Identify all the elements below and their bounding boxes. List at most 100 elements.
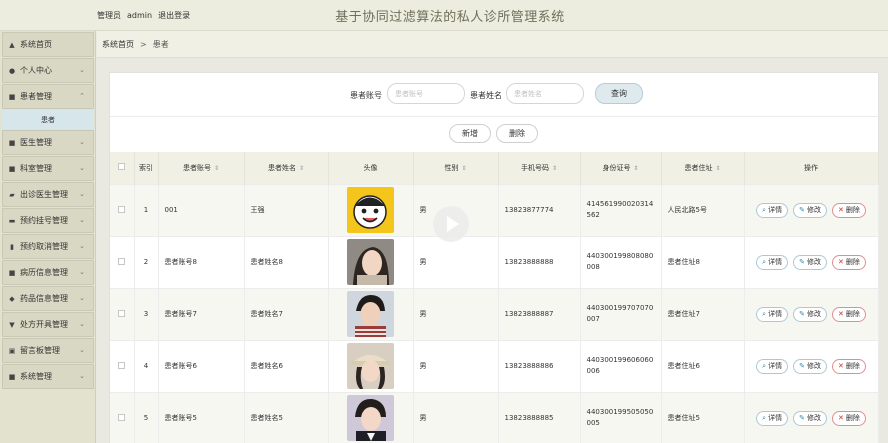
row-select-cell — [110, 391, 135, 443]
row-checkbox[interactable] — [118, 309, 126, 317]
sidebar-item[interactable]: ■ 病历信息管理 ⌄ — [2, 260, 94, 285]
sidebar-item[interactable]: ▣ 留言板管理 ⌄ — [2, 338, 94, 363]
header-gender[interactable]: 性别 ⇕ — [413, 152, 499, 184]
header-select-all[interactable] — [110, 152, 135, 184]
search-icon: ⌕ — [762, 361, 767, 370]
table-row: 2 患者账号8 患者姓名8 男 13823888888 44030019980808000… — [110, 235, 879, 288]
top-bar: 管理员 admin 退出登录 基于协同过滤算法的私人诊所管理系统 — [0, 0, 888, 31]
logout-link[interactable]: 退出登录 — [158, 11, 190, 20]
close-icon: ✕ — [837, 206, 844, 214]
search-icon: ⌕ — [762, 413, 767, 422]
sidebar-item-label: 科室管理 — [20, 164, 52, 173]
row-checkbox[interactable] — [118, 361, 126, 369]
chevron-icon: ⌄ — [79, 164, 85, 172]
account-search-input[interactable] — [387, 83, 465, 104]
sidebar-item[interactable]: ■ 科室管理 ⌄ — [2, 156, 94, 181]
cell-gender: 男 — [413, 287, 499, 340]
avatar — [335, 239, 407, 285]
sidebar-item-label: 系统首页 — [20, 40, 52, 49]
detail-button[interactable]: ⌕ 详情 — [756, 254, 789, 270]
sidebar-item-label: 预约取消管理 — [20, 242, 68, 251]
sidebar-subitem-patient[interactable]: 患者 — [2, 110, 94, 129]
header-idcard[interactable]: 身份证号 ⇕ — [580, 152, 662, 184]
cell-index: 4 — [134, 339, 159, 392]
patient-table: 索引 患者账号 ⇕ 患者姓名 ⇕ 头像 性别 ⇕ 手机号码 ⇕ 身份证号 ⇕ 患者住址 ⇕ … — [110, 152, 879, 443]
delete-label: 删除 — [845, 206, 860, 214]
action-bar: 新增 删除 — [110, 118, 878, 152]
add-button[interactable]: 新增 — [449, 124, 491, 143]
edit-button[interactable]: ✎ 修改 — [793, 254, 827, 270]
edit-button[interactable]: ✎ 修改 — [793, 306, 827, 322]
query-button[interactable]: 查询 — [595, 83, 643, 104]
cell-address: 患者住址5 — [661, 391, 745, 443]
sidebar-item[interactable]: ▮ 预约取消管理 ⌄ — [2, 234, 94, 259]
breadcrumb: 系统首页 > 患者 — [97, 31, 888, 58]
sort-icon: ⇕ — [633, 164, 639, 172]
header-name[interactable]: 患者姓名 ⇕ — [244, 152, 329, 184]
breadcrumb-home[interactable]: 系统首页 — [102, 39, 134, 50]
sidebar-item[interactable]: ■ 患者管理 ⌃ — [2, 84, 94, 109]
cell-avatar — [328, 183, 414, 236]
cell-operations: ⌕ 详情 ✎ 修改 ✕ 删除 — [744, 339, 879, 392]
row-delete-button[interactable]: ✕ 删除 — [831, 306, 866, 322]
name-search-input[interactable] — [506, 83, 584, 104]
sidebar-item[interactable]: ▰ 出诊医生管理 ⌄ — [2, 182, 94, 207]
avatar — [335, 291, 407, 337]
sidebar-item-label: 患者管理 — [20, 92, 52, 101]
cell-idcard: 440300199707070007 — [580, 287, 662, 340]
cell-idcard: 440300199808080008 — [580, 235, 662, 288]
cell-address: 患者住址6 — [661, 339, 745, 392]
row-delete-button[interactable]: ✕ 删除 — [831, 254, 866, 270]
video-play-icon[interactable] — [433, 206, 469, 242]
grid-icon: ■ — [8, 93, 16, 101]
header-phone[interactable]: 手机号码 ⇕ — [498, 152, 581, 184]
cell-operations: ⌕ 详情 ✎ 修改 ✕ 删除 — [744, 287, 879, 340]
row-checkbox[interactable] — [118, 205, 126, 213]
header-account[interactable]: 患者账号 ⇕ — [158, 152, 245, 184]
delete-button[interactable]: 删除 — [496, 124, 538, 143]
row-delete-button[interactable]: ✕ 删除 — [831, 358, 866, 374]
header-name-label: 患者姓名 — [267, 163, 296, 172]
detail-button[interactable]: ⌕ 详情 — [756, 202, 789, 218]
sidebar-item[interactable]: ◆ 药品信息管理 ⌄ — [2, 286, 94, 311]
detail-button[interactable]: ⌕ 详情 — [756, 410, 789, 426]
header-phone-label: 手机号码 — [520, 163, 549, 172]
cell-phone: 13823877774 — [498, 183, 581, 236]
sort-icon: ⇕ — [298, 164, 305, 172]
header-operations: 操作 — [744, 152, 879, 184]
sidebar-item-label: 医生管理 — [20, 138, 52, 147]
cell-index: 5 — [134, 391, 159, 443]
sidebar-item[interactable]: ▲ 系统首页 — [2, 32, 94, 57]
header-address[interactable]: 患者住址 ⇕ — [661, 152, 745, 184]
detail-label: 详情 — [768, 206, 783, 214]
sort-icon: ⇕ — [715, 164, 721, 172]
sidebar-item[interactable]: ▼ 处方开具管理 ⌄ — [2, 312, 94, 337]
cell-avatar — [328, 339, 414, 392]
select-all-checkbox[interactable] — [118, 163, 126, 171]
name-label: 患者姓名 — [470, 91, 502, 100]
account-label: 患者账号 — [350, 91, 382, 100]
sidebar-item[interactable]: ■ 医生管理 ⌄ — [2, 130, 94, 155]
edit-button[interactable]: ✎ 修改 — [793, 358, 827, 374]
cell-account: 患者账号8 — [158, 235, 245, 288]
edit-label: 修改 — [806, 258, 821, 266]
sidebar-item[interactable]: ● 个人中心 ⌄ — [2, 58, 94, 83]
row-checkbox[interactable] — [118, 413, 126, 421]
edit-button[interactable]: ✎ 修改 — [793, 410, 827, 426]
detail-button[interactable]: ⌕ 详情 — [756, 306, 789, 322]
header-account-label: 患者账号 — [182, 163, 211, 172]
row-delete-button[interactable]: ✕ 删除 — [831, 410, 866, 426]
row-delete-button[interactable]: ✕ 删除 — [831, 202, 866, 218]
detail-button[interactable]: ⌕ 详情 — [756, 358, 789, 374]
row-select-cell — [110, 183, 135, 236]
header-gender-label: 性别 — [444, 163, 459, 172]
close-icon: ✕ — [837, 362, 844, 370]
sidebar-item[interactable]: ▬ 预约挂号管理 ⌄ — [2, 208, 94, 233]
cell-gender: 男 — [413, 339, 499, 392]
grid-icon: ■ — [8, 269, 16, 277]
sidebar-item-label: 处方开具管理 — [20, 320, 68, 329]
edit-button[interactable]: ✎ 修改 — [793, 202, 827, 218]
cell-idcard: 440300199606060006 — [580, 339, 662, 392]
row-checkbox[interactable] — [118, 257, 126, 265]
sidebar-item[interactable]: ■ 系统管理 ⌄ — [2, 364, 94, 389]
